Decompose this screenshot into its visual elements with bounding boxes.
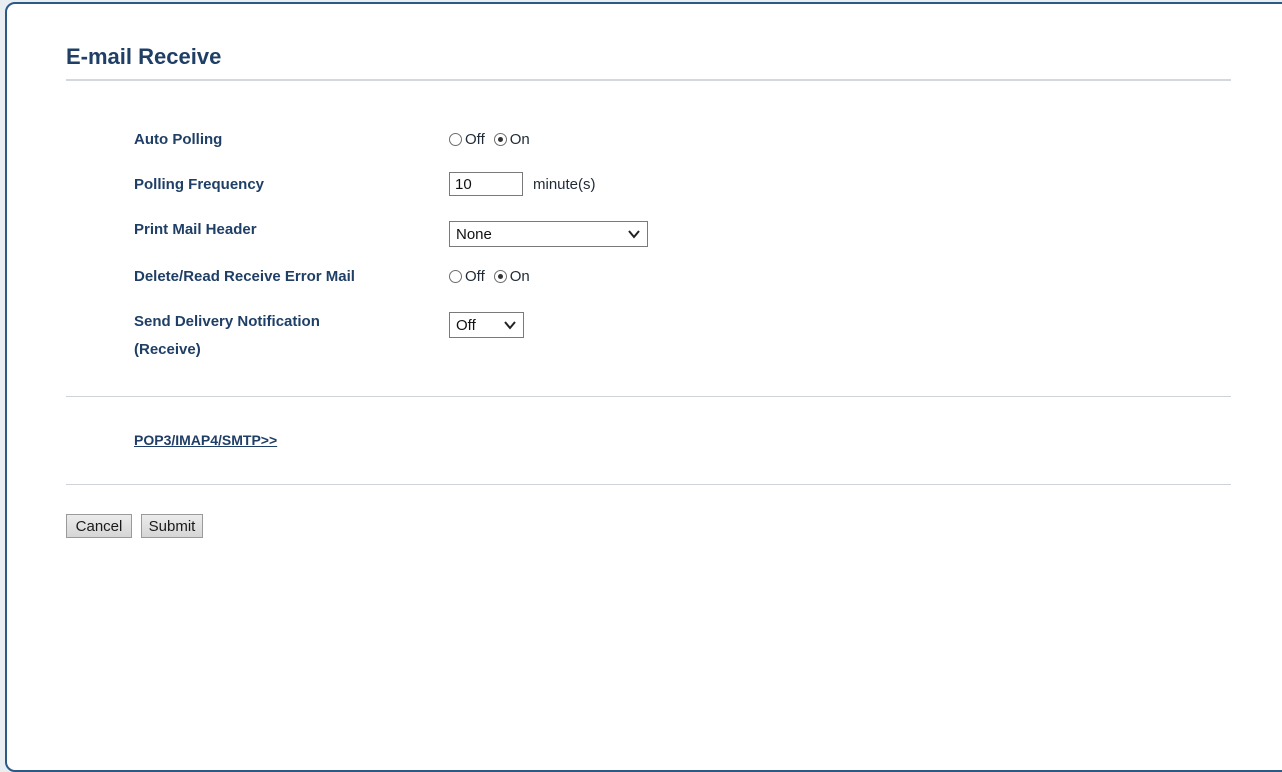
delete-read-error-mail-off-radio[interactable]	[449, 269, 462, 283]
section-divider	[66, 396, 1231, 397]
delete-read-error-mail-on-label[interactable]: On	[510, 268, 530, 285]
delete-read-error-mail-radio-group: Off On	[449, 264, 539, 288]
send-delivery-notification-label-line1: Send Delivery Notification	[134, 313, 320, 330]
print-mail-header-select[interactable]: None	[449, 221, 648, 247]
auto-polling-on-label[interactable]: On	[510, 131, 530, 148]
actions-divider	[66, 484, 1231, 485]
chevron-down-icon	[628, 230, 640, 239]
chevron-down-icon	[504, 321, 516, 330]
auto-polling-radio-group: Off On	[449, 127, 539, 151]
send-delivery-notification-control: Off	[449, 312, 524, 338]
polling-frequency-unit: minute(s)	[533, 175, 596, 193]
delete-read-error-mail-on-radio[interactable]	[493, 269, 507, 283]
auto-polling-off-radio[interactable]	[449, 132, 462, 146]
auto-polling-on-radio[interactable]	[493, 132, 507, 146]
delete-read-error-mail-label: Delete/Read Receive Error Mail	[134, 268, 355, 285]
send-delivery-notification-value: Off	[456, 316, 476, 334]
send-delivery-notification-select[interactable]: Off	[449, 312, 524, 338]
send-delivery-notification-label: Send Delivery Notification (Receive)	[134, 310, 320, 362]
title-divider	[66, 79, 1231, 81]
print-mail-header-control: None	[449, 221, 648, 247]
page-title: E-mail Receive	[66, 44, 222, 69]
polling-frequency-control: minute(s)	[449, 172, 596, 196]
settings-panel	[5, 2, 1282, 772]
submit-button[interactable]: Submit	[141, 514, 203, 538]
print-mail-header-label: Print Mail Header	[134, 221, 257, 238]
polling-frequency-label: Polling Frequency	[134, 176, 265, 193]
pop3-imap4-smtp-link[interactable]: POP3/IMAP4/SMTP>>	[134, 432, 277, 448]
delete-read-error-mail-off-label[interactable]: Off	[465, 268, 485, 285]
auto-polling-label: Auto Polling	[134, 131, 223, 148]
send-delivery-notification-label-line2: (Receive)	[134, 341, 201, 358]
cancel-button[interactable]: Cancel	[66, 514, 132, 538]
polling-frequency-input[interactable]	[449, 172, 523, 196]
print-mail-header-value: None	[456, 225, 492, 243]
auto-polling-off-label[interactable]: Off	[465, 131, 485, 148]
